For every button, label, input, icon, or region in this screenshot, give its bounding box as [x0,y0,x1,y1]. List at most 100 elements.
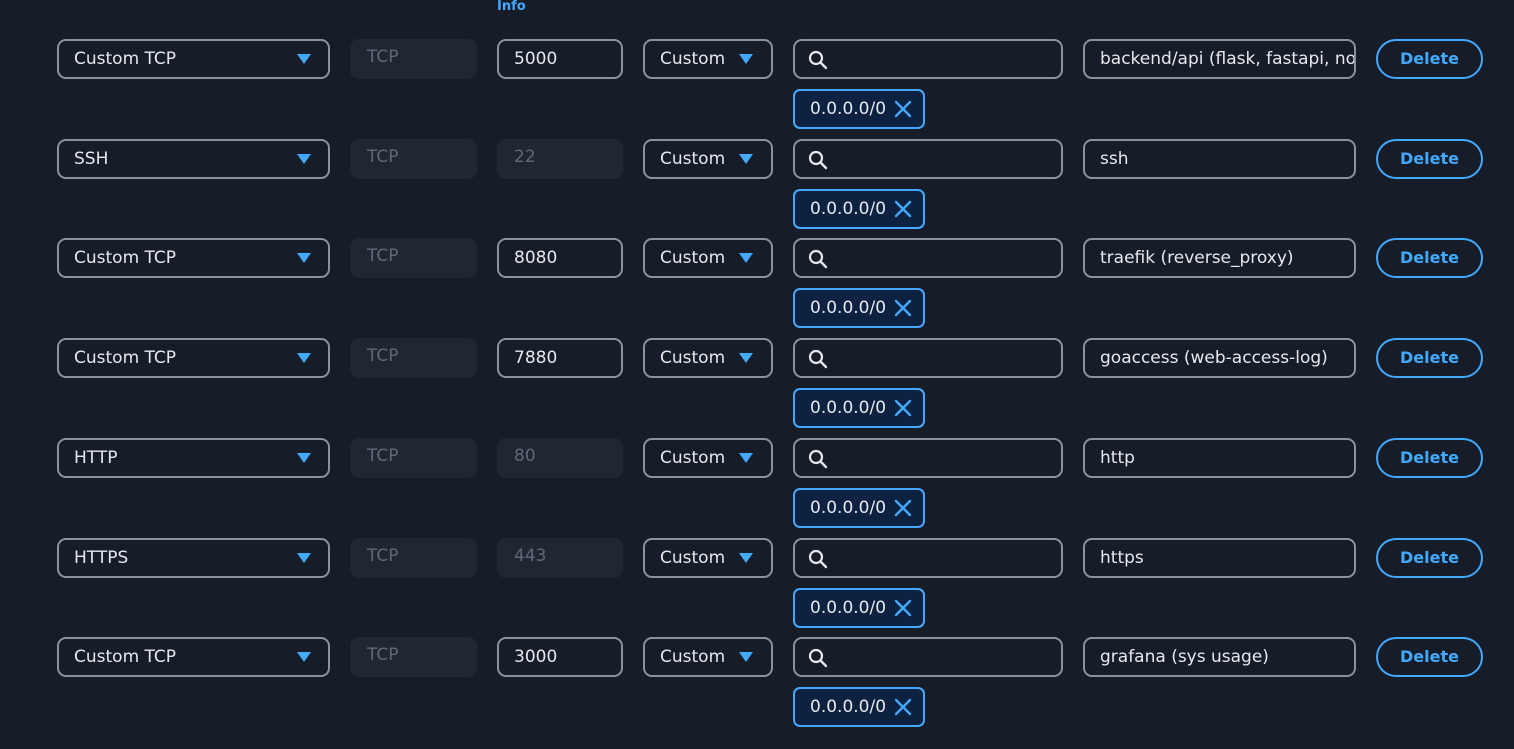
cidr-token-label: 0.0.0.0/0 [810,598,887,618]
source-select[interactable]: Custom [643,139,773,179]
cidr-token: 0.0.0.0/0 [793,687,925,727]
source-select-value: Custom [660,448,726,468]
cidr-token: 0.0.0.0/0 [793,588,925,628]
source-select[interactable]: Custom [643,438,773,478]
caret-down-icon [739,54,753,64]
cidr-token: 0.0.0.0/0 [793,189,925,229]
rule-row: HTTPS TCP 443 Custom https Delete 0.0.0.… [0,538,1514,638]
rule-row: HTTP TCP 80 Custom http Delete 0.0.0.0/0 [0,438,1514,538]
source-select-value: Custom [660,647,726,667]
info-link[interactable]: Info [497,0,526,14]
close-icon[interactable] [893,199,913,219]
source-select-value: Custom [660,149,726,169]
source-search-input[interactable] [793,438,1063,478]
caret-down-icon [297,453,311,463]
source-select[interactable]: Custom [643,39,773,79]
close-icon[interactable] [893,697,913,717]
type-select[interactable]: HTTPS [57,538,330,578]
protocol-field: TCP [350,39,477,79]
port-range-input: 22 [497,139,623,179]
inbound-rules-editor: Info Custom TCP TCP 5000 Custom backend/… [0,0,1514,749]
description-input[interactable]: goaccess (web-access-log) [1083,338,1356,378]
delete-button[interactable]: Delete [1376,139,1483,179]
source-select-value: Custom [660,248,726,268]
type-select-value: SSH [74,149,109,169]
source-search-input[interactable] [793,139,1063,179]
source-select[interactable]: Custom [643,338,773,378]
type-select-value: HTTP [74,448,118,468]
search-icon [808,150,828,170]
source-select[interactable]: Custom [643,238,773,278]
caret-down-icon [739,253,753,263]
protocol-field: TCP [350,238,477,278]
description-input[interactable]: https [1083,538,1356,578]
close-icon[interactable] [893,598,913,618]
protocol-field: TCP [350,139,477,179]
description-input[interactable]: http [1083,438,1356,478]
caret-down-icon [739,553,753,563]
port-range-input[interactable]: 8080 [497,238,623,278]
delete-button[interactable]: Delete [1376,538,1483,578]
caret-down-icon [297,154,311,164]
type-select-value: Custom TCP [74,348,177,368]
protocol-field: TCP [350,438,477,478]
type-select[interactable]: SSH [57,139,330,179]
caret-down-icon [297,54,311,64]
caret-down-icon [739,353,753,363]
type-select[interactable]: HTTP [57,438,330,478]
type-select[interactable]: Custom TCP [57,637,330,677]
protocol-field: TCP [350,538,477,578]
cidr-token-label: 0.0.0.0/0 [810,199,887,219]
type-select[interactable]: Custom TCP [57,39,330,79]
delete-button[interactable]: Delete [1376,438,1483,478]
cidr-token-label: 0.0.0.0/0 [810,498,887,518]
type-select-value: Custom TCP [74,49,177,69]
protocol-field: TCP [350,637,477,677]
source-select-value: Custom [660,348,726,368]
source-select-value: Custom [660,49,726,69]
source-search-input[interactable] [793,637,1063,677]
delete-button[interactable]: Delete [1376,238,1483,278]
type-select[interactable]: Custom TCP [57,238,330,278]
search-icon [808,449,828,469]
cidr-token: 0.0.0.0/0 [793,388,925,428]
type-select-value: Custom TCP [74,248,177,268]
type-select-value: HTTPS [74,548,129,568]
rule-row: Custom TCP TCP 5000 Custom backend/api (… [0,39,1514,139]
close-icon[interactable] [893,298,913,318]
source-search-input[interactable] [793,238,1063,278]
port-range-input: 80 [497,438,623,478]
cidr-token-label: 0.0.0.0/0 [810,298,887,318]
description-input[interactable]: ssh [1083,139,1356,179]
search-icon [808,249,828,269]
caret-down-icon [297,652,311,662]
type-select[interactable]: Custom TCP [57,338,330,378]
caret-down-icon [297,253,311,263]
rule-row: SSH TCP 22 Custom ssh Delete 0.0.0.0/0 [0,139,1514,239]
port-range-input[interactable]: 7880 [497,338,623,378]
caret-down-icon [297,353,311,363]
source-search-input[interactable] [793,338,1063,378]
source-select[interactable]: Custom [643,637,773,677]
description-input[interactable]: backend/api (flask, fastapi, node) [1083,39,1356,79]
source-search-input[interactable] [793,538,1063,578]
description-input[interactable]: traefik (reverse_proxy) [1083,238,1356,278]
delete-button[interactable]: Delete [1376,39,1483,79]
source-search-input[interactable] [793,39,1063,79]
source-select-value: Custom [660,548,726,568]
caret-down-icon [739,453,753,463]
delete-button[interactable]: Delete [1376,637,1483,677]
cidr-token-label: 0.0.0.0/0 [810,398,887,418]
port-range-input[interactable]: 3000 [497,637,623,677]
close-icon[interactable] [893,99,913,119]
type-select-value: Custom TCP [74,647,177,667]
caret-down-icon [739,652,753,662]
description-input[interactable]: grafana (sys usage) [1083,637,1356,677]
delete-button[interactable]: Delete [1376,338,1483,378]
caret-down-icon [297,553,311,563]
rule-row: Custom TCP TCP 7880 Custom goaccess (web… [0,338,1514,438]
close-icon[interactable] [893,398,913,418]
close-icon[interactable] [893,498,913,518]
source-select[interactable]: Custom [643,538,773,578]
port-range-input[interactable]: 5000 [497,39,623,79]
